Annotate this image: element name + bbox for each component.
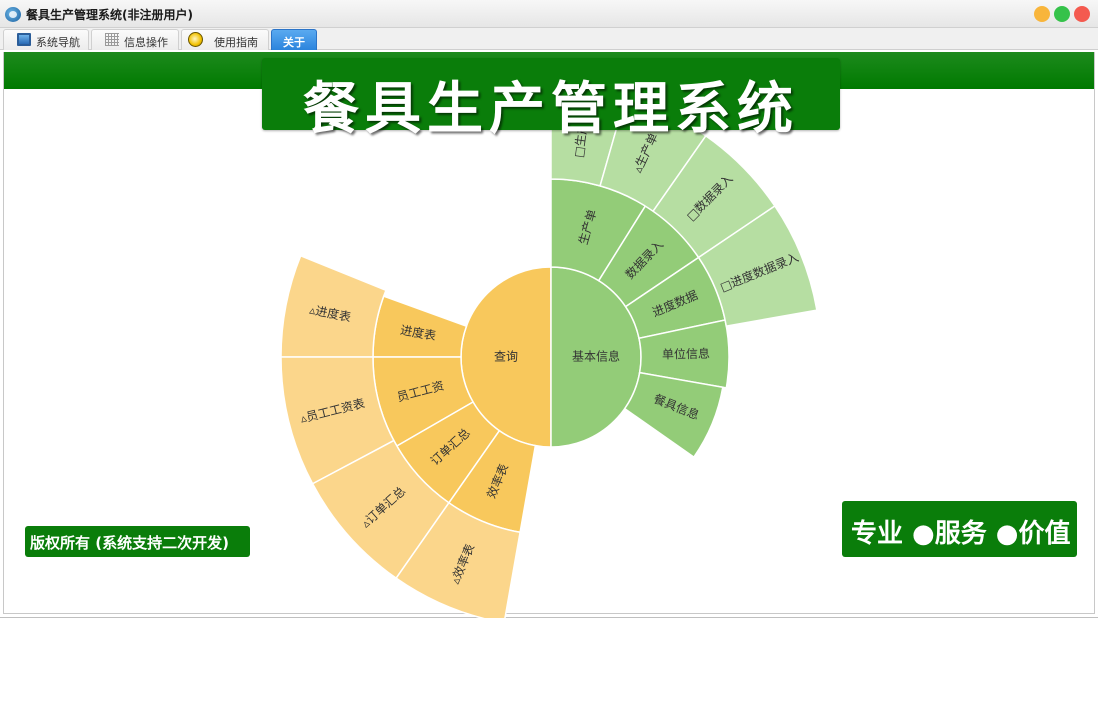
- app-window: 餐具生产管理系统(非注册用户) 系统导航 信息操作 使用指南 关于 查询 基本信息…: [0, 0, 1098, 618]
- sunburst-basic-info-label: 基本信息: [572, 349, 620, 364]
- slogan-badge: 专业 ●服务 ●价值: [842, 501, 1077, 557]
- copyright-badge: 版权所有 (系统支持二次开发): [25, 526, 250, 557]
- slogan-text: 专业 ●服务 ●价值: [851, 519, 1071, 549]
- sunburst-ring1-label: 单位信息: [662, 346, 710, 362]
- sunburst-query-label: 查询: [494, 350, 518, 364]
- sunburst-ring1-segment[interactable]: [623, 371, 724, 459]
- copyright-text: 版权所有 (系统支持二次开发): [30, 534, 229, 552]
- banner-title: 餐具生产管理系统: [303, 77, 799, 142]
- banner-title-box: 餐具生产管理系统: [262, 58, 840, 142]
